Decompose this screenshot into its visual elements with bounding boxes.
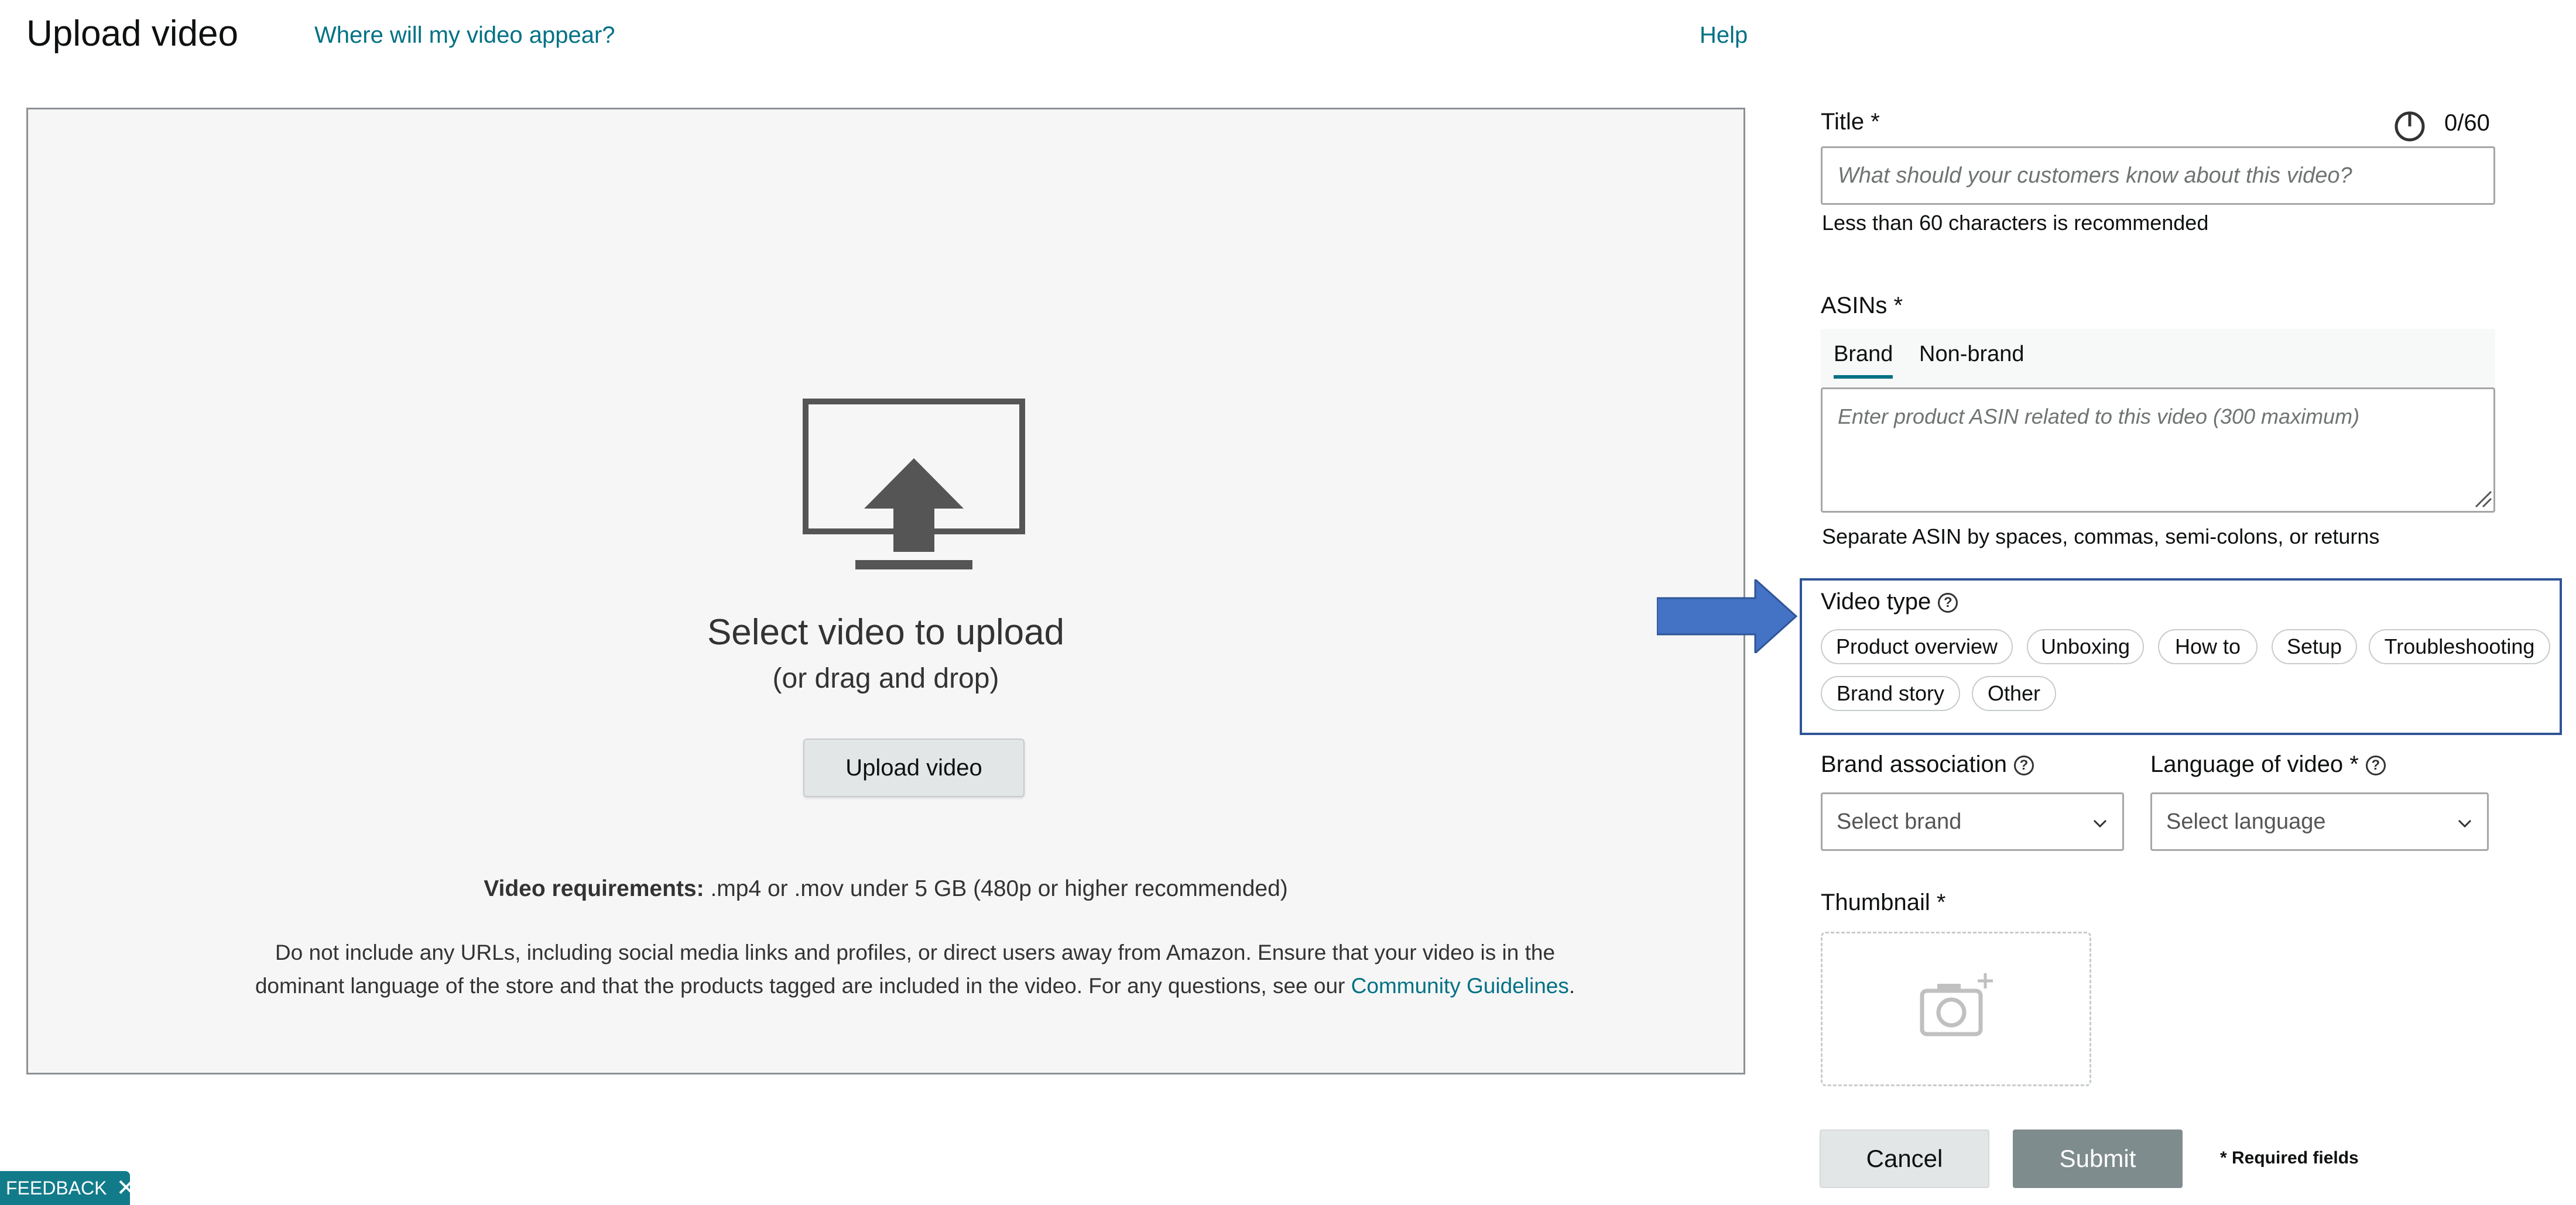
where-will-video-appear-link[interactable]: Where will my video appear? xyxy=(314,22,615,49)
chip-how-to[interactable]: How to xyxy=(2158,629,2258,664)
add-camera-icon xyxy=(1920,973,1993,1036)
asin-tabs: Brand Non-brand xyxy=(1821,329,2495,387)
asin-hint: Separate ASIN by spaces, commas, semi-co… xyxy=(1822,524,2380,548)
community-guidelines-link[interactable]: Community Guidelines xyxy=(1351,974,1569,998)
title-label: Title * xyxy=(1821,109,1880,135)
title-input[interactable] xyxy=(1821,146,2495,205)
page-title: Upload video xyxy=(26,13,238,54)
language-label: Language of video *? xyxy=(2150,751,2386,778)
video-type-label-text: Video type xyxy=(1821,589,1931,614)
tab-non-brand[interactable]: Non-brand xyxy=(1919,342,2025,375)
chip-other[interactable]: Other xyxy=(1972,676,2056,711)
upload-video-button[interactable]: Upload video xyxy=(803,739,1025,797)
chip-brand-story[interactable]: Brand story xyxy=(1821,676,1960,711)
required-fields-note: * Required fields xyxy=(2220,1148,2359,1168)
help-link[interactable]: Help xyxy=(1700,22,1748,49)
brand-select-value: Select brand xyxy=(1837,809,1962,834)
chip-unboxing[interactable]: Unboxing xyxy=(2027,629,2144,664)
cancel-button[interactable]: Cancel xyxy=(1820,1130,1989,1188)
requirements-label: Video requirements: xyxy=(484,876,704,901)
feedback-tab[interactable]: FEEDBACK ✕ xyxy=(0,1171,136,1205)
chip-setup[interactable]: Setup xyxy=(2272,629,2357,664)
character-timer-icon xyxy=(2395,111,2425,142)
asins-label: ASINs * xyxy=(1821,293,1903,318)
brand-help-icon[interactable]: ? xyxy=(2013,756,2034,776)
asin-input[interactable] xyxy=(1821,387,2495,513)
language-select-value: Select language xyxy=(2166,809,2326,834)
requirements-value: .mp4 or .mov under 5 GB (480p or higher … xyxy=(704,876,1288,901)
annotation-arrow-icon xyxy=(1657,579,1797,653)
monitor-upload-icon xyxy=(803,399,1025,569)
brand-association-label-text: Brand association xyxy=(1821,751,2007,777)
video-type-label: Video type? xyxy=(1821,589,1958,615)
chip-troubleshooting[interactable]: Troubleshooting xyxy=(2369,629,2550,664)
title-char-count: 0/60 xyxy=(2444,110,2490,136)
brand-association-label: Brand association? xyxy=(1821,751,2034,778)
language-help-icon[interactable]: ? xyxy=(2365,756,2386,776)
close-icon[interactable]: ✕ xyxy=(116,1175,136,1201)
language-label-text: Language of video * xyxy=(2150,751,2359,777)
chip-product-overview[interactable]: Product overview xyxy=(1821,629,2013,664)
select-video-text: Select video to upload xyxy=(707,612,1065,653)
tab-brand[interactable]: Brand xyxy=(1834,342,1893,379)
video-requirements: Video requirements: .mp4 or .mov under 5… xyxy=(28,876,1743,902)
drag-drop-text: (or drag and drop) xyxy=(772,663,999,694)
submit-button[interactable]: Submit xyxy=(2013,1130,2183,1188)
policy-text: Do not include any URLs, including socia… xyxy=(251,936,1580,1003)
chevron-down-icon xyxy=(2093,819,2107,828)
video-type-help-icon[interactable]: ? xyxy=(1938,593,1958,613)
resize-handle-icon[interactable] xyxy=(2474,489,2492,508)
chevron-down-icon xyxy=(2458,819,2472,828)
thumbnail-label: Thumbnail * xyxy=(1821,890,1946,915)
language-select[interactable]: Select language xyxy=(2150,792,2489,851)
title-hint: Less than 60 characters is recommended xyxy=(1822,211,2209,235)
brand-select[interactable]: Select brand xyxy=(1821,792,2124,851)
thumbnail-upload[interactable] xyxy=(1821,932,2091,1086)
policy-end: . xyxy=(1568,974,1575,998)
feedback-label: FEEDBACK xyxy=(6,1177,107,1199)
video-dropzone[interactable]: Select video to upload (or drag and drop… xyxy=(26,108,1745,1074)
